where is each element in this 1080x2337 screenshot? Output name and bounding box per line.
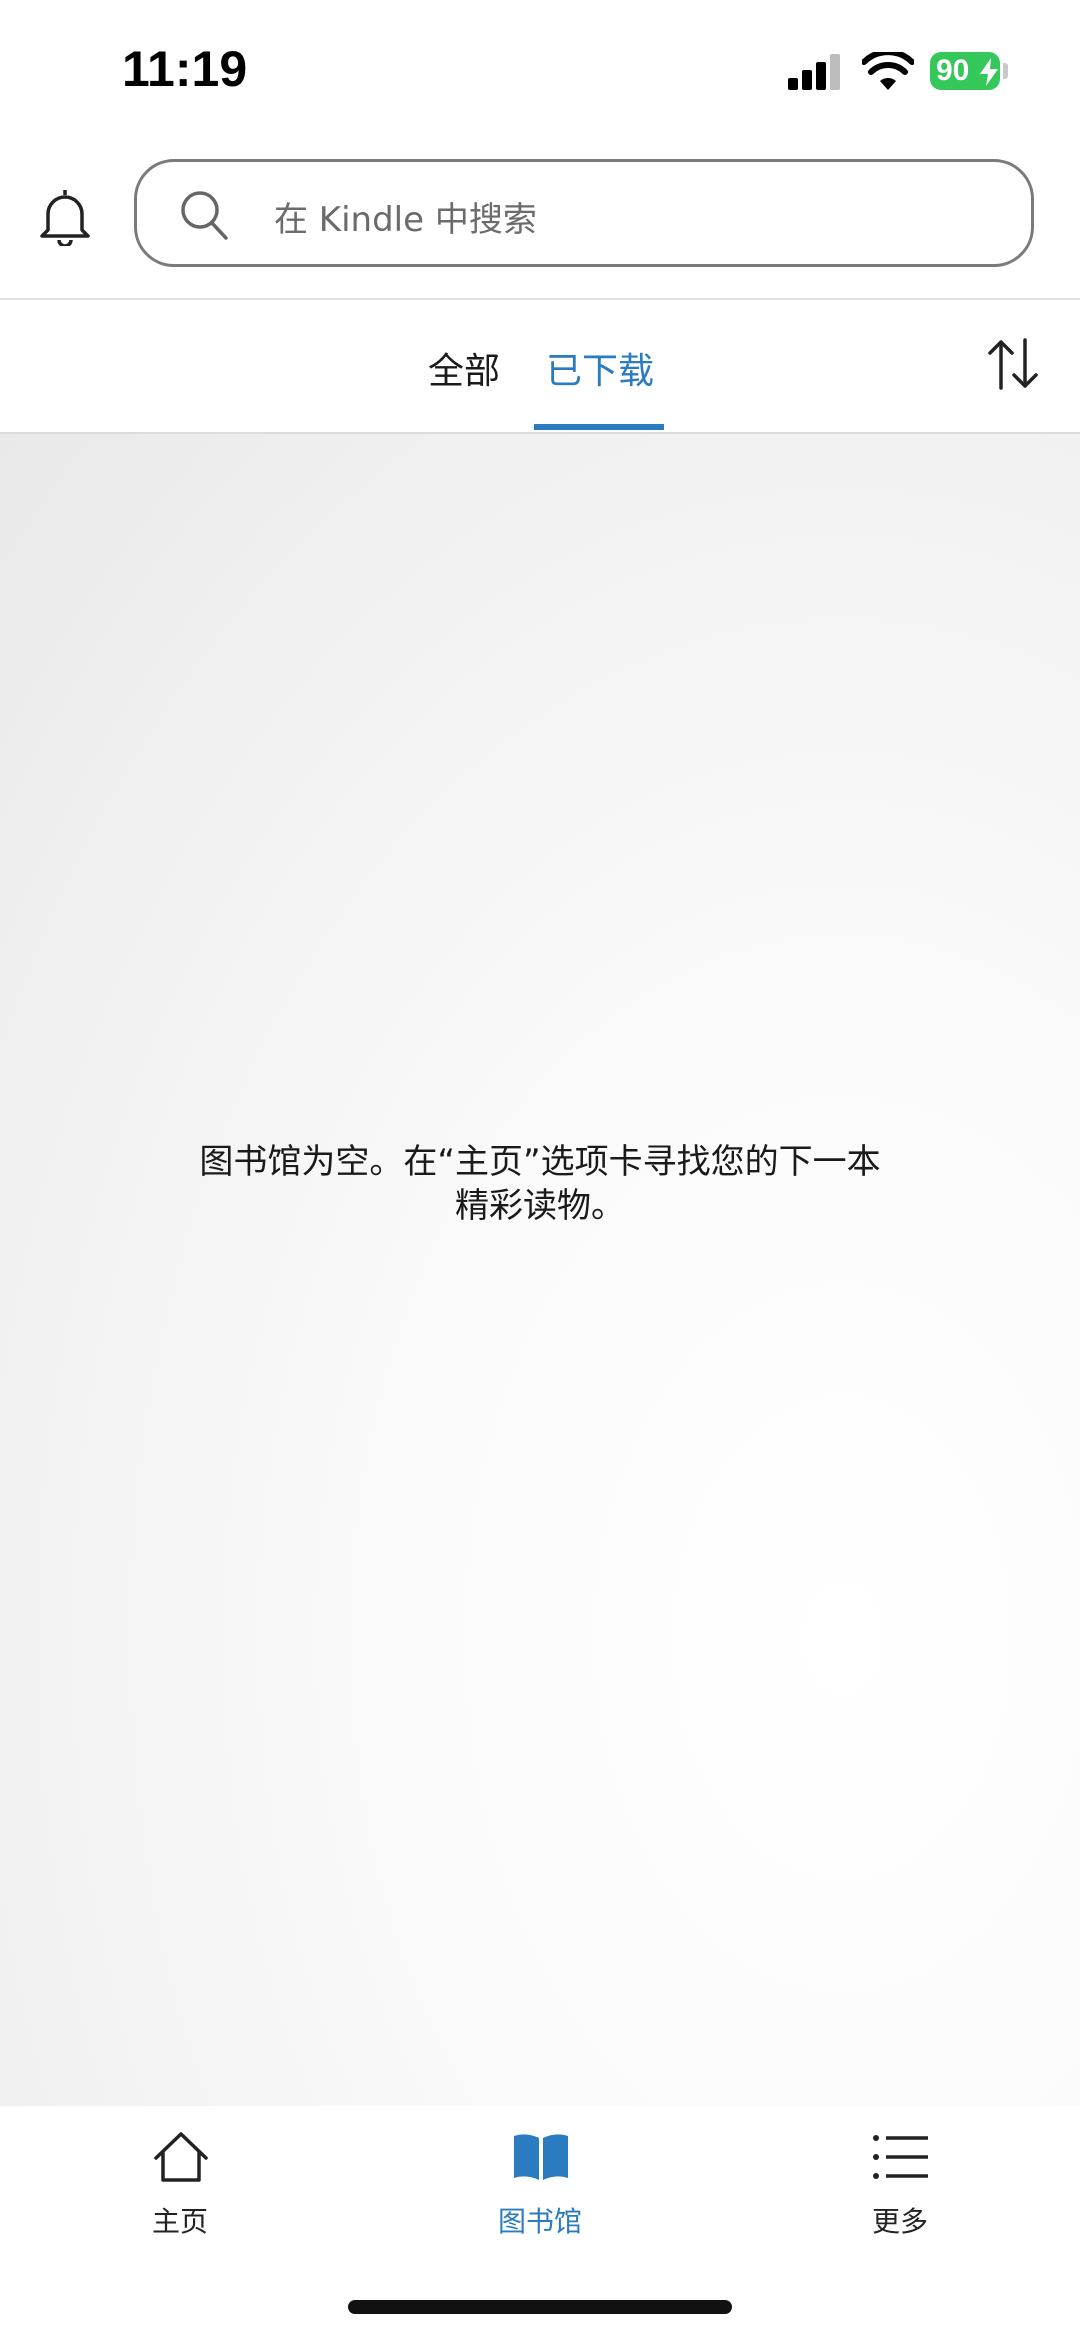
sort-arrows-icon[interactable] xyxy=(985,336,1041,392)
nav-library-label: 图书馆 xyxy=(497,2205,582,2238)
battery-level: 90 xyxy=(936,54,970,87)
nav-home-label: 主页 xyxy=(151,2205,208,2238)
battery-cap xyxy=(1003,63,1008,79)
search-input[interactable]: 在 Kindle 中搜索 xyxy=(134,159,1034,267)
status-time: 11:19 xyxy=(122,41,248,97)
nav-more[interactable]: 更多 xyxy=(800,2106,1000,2256)
search-placeholder: 在 Kindle 中搜索 xyxy=(274,200,537,240)
wifi-icon xyxy=(862,52,914,90)
nav-more-label: 更多 xyxy=(871,2205,928,2238)
search-icon xyxy=(181,191,228,240)
bell-icon[interactable] xyxy=(38,186,92,246)
cellular-signal-icon xyxy=(788,54,840,90)
empty-library-message: 图书馆为空。在“主页”选项卡寻找您的下一本 精彩读物。 xyxy=(150,1140,930,1228)
active-tab-indicator xyxy=(534,424,664,430)
status-bar: 11:19 90 xyxy=(0,0,1080,140)
book-icon xyxy=(514,2134,568,2180)
tab-all[interactable]: 全部 xyxy=(428,342,500,394)
nav-home[interactable]: 主页 xyxy=(80,2106,280,2256)
menu-list-icon xyxy=(873,2135,928,2179)
tab-downloaded[interactable]: 已下载 xyxy=(546,342,654,394)
empty-message-line2: 精彩读物。 xyxy=(455,1186,625,1226)
charging-bolt-icon xyxy=(980,58,998,86)
home-indicator[interactable] xyxy=(348,2300,732,2314)
library-tabs: 全部 已下载 xyxy=(0,300,1080,434)
nav-library[interactable]: 图书馆 xyxy=(440,2106,640,2256)
empty-message-line1: 图书馆为空。在“主页”选项卡寻找您的下一本 xyxy=(199,1142,881,1182)
library-content: 图书馆为空。在“主页”选项卡寻找您的下一本 精彩读物。 xyxy=(0,434,1080,2106)
home-icon xyxy=(154,2132,208,2182)
header: 在 Kindle 中搜索 xyxy=(0,140,1080,300)
